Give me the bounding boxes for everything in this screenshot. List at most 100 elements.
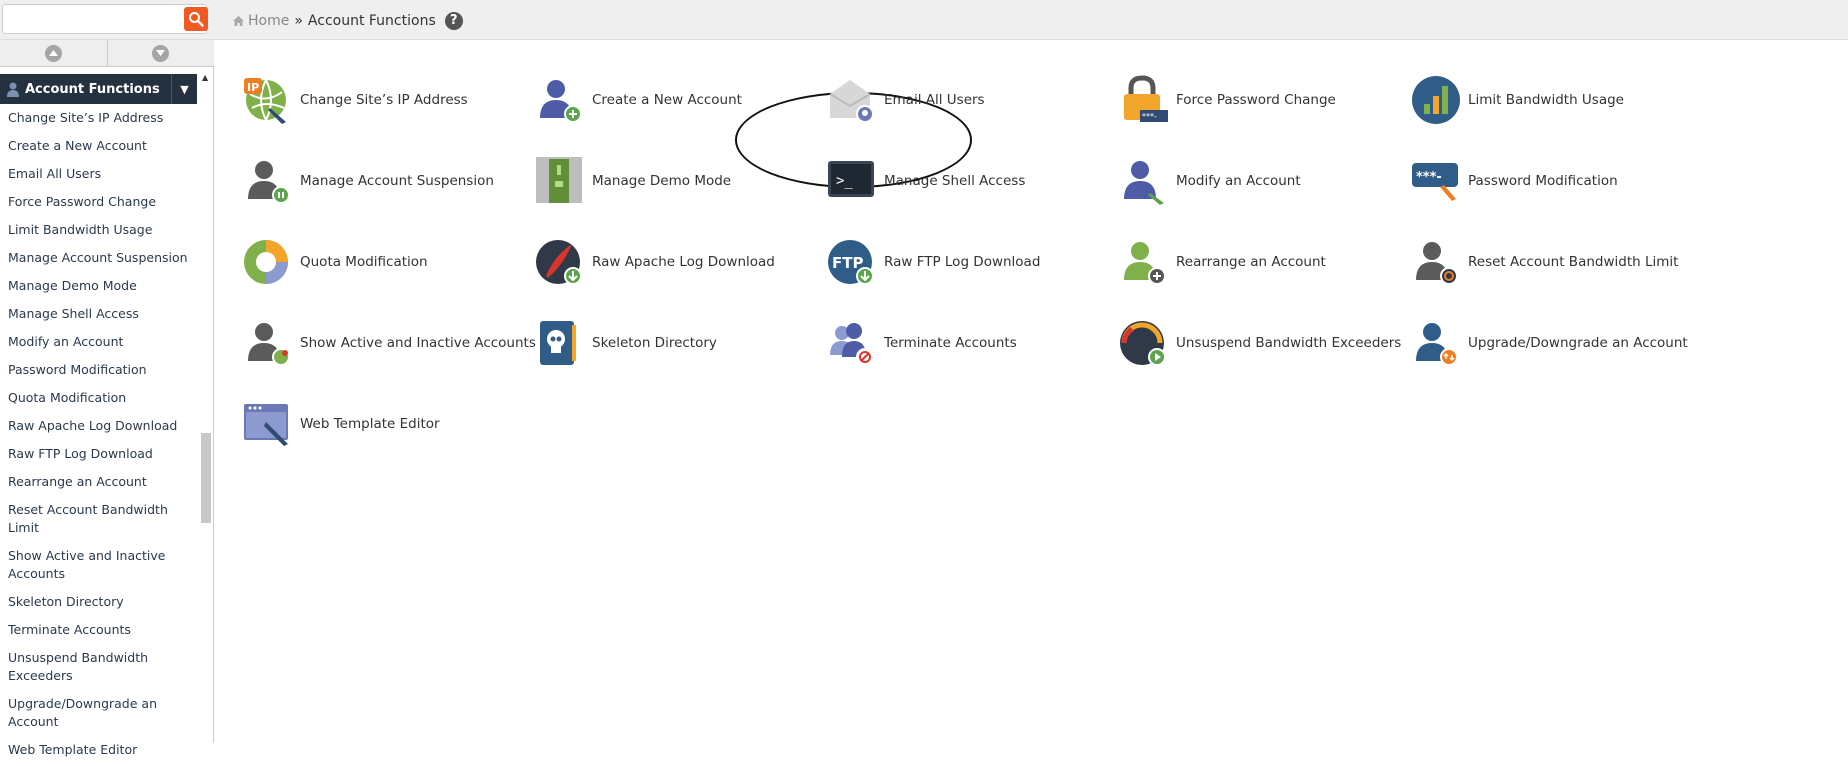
- scroll-down-button[interactable]: [108, 40, 215, 66]
- sidebar-scrollbar[interactable]: ▲: [199, 70, 213, 743]
- user-move-icon[interactable]: [1118, 236, 1170, 288]
- sidebar-item[interactable]: Quota Modification: [0, 386, 197, 414]
- scrollbar-thumb[interactable]: [201, 433, 211, 523]
- apache-feather-icon[interactable]: [534, 236, 586, 288]
- search-box: [2, 4, 208, 34]
- function-tile-label[interactable]: Terminate Accounts: [884, 335, 1017, 351]
- sidebar: Account Functions ▼ ▲ Change Site’s IP A…: [0, 40, 214, 757]
- scroll-up-button[interactable]: [0, 40, 108, 66]
- function-tile[interactable]: Unsuspend Bandwidth Exceeders: [1118, 315, 1401, 371]
- function-tile[interactable]: Web Template Editor: [242, 396, 440, 452]
- sidebar-item[interactable]: Email All Users: [0, 162, 197, 190]
- sidebar-item[interactable]: Terminate Accounts: [0, 618, 197, 646]
- padlock-icon[interactable]: ***-: [1118, 74, 1170, 126]
- bar-graph-icon[interactable]: [1410, 74, 1462, 126]
- function-tile-label[interactable]: Upgrade/Downgrade an Account: [1468, 335, 1688, 351]
- function-tile-label[interactable]: Reset Account Bandwidth Limit: [1468, 254, 1678, 270]
- user-add-icon[interactable]: [534, 74, 586, 126]
- browser-window-edit-icon[interactable]: [242, 398, 294, 450]
- user-icon: [7, 82, 19, 97]
- function-tile-label[interactable]: Modify an Account: [1176, 173, 1301, 189]
- terminal-icon[interactable]: >_: [826, 155, 878, 207]
- sidebar-item[interactable]: Manage Shell Access: [0, 302, 197, 330]
- sidebar-item[interactable]: Rearrange an Account: [0, 470, 197, 498]
- sidebar-item[interactable]: Modify an Account: [0, 330, 197, 358]
- sidebar-item[interactable]: Password Modification: [0, 358, 197, 386]
- function-tile-label[interactable]: Web Template Editor: [300, 416, 440, 432]
- function-tile[interactable]: Reset Account Bandwidth Limit: [1410, 234, 1678, 290]
- function-tile[interactable]: Show Active and Inactive Accounts: [242, 315, 536, 371]
- user-reset-icon[interactable]: [1410, 236, 1462, 288]
- sidebar-item[interactable]: Skeleton Directory: [0, 590, 197, 618]
- sidebar-item[interactable]: Force Password Change: [0, 190, 197, 218]
- function-tile-label[interactable]: Create a New Account: [592, 92, 742, 108]
- sidebar-item[interactable]: Raw Apache Log Download: [0, 414, 197, 442]
- user-pause-icon[interactable]: [242, 155, 294, 207]
- function-tile[interactable]: Skeleton Directory: [534, 315, 717, 371]
- function-tile-label[interactable]: Password Modification: [1468, 173, 1618, 189]
- function-tile[interactable]: Modify an Account: [1118, 153, 1301, 209]
- sidebar-item[interactable]: Manage Account Suspension: [0, 246, 197, 274]
- collapse-caret-icon[interactable]: ▼: [171, 74, 197, 104]
- function-tile-label[interactable]: Unsuspend Bandwidth Exceeders: [1176, 335, 1401, 351]
- envelope-users-icon[interactable]: [826, 74, 878, 126]
- function-tile[interactable]: Raw Apache Log Download: [534, 234, 775, 290]
- ftp-download-icon[interactable]: FTP: [826, 236, 878, 288]
- function-tile[interactable]: Create a New Account: [534, 72, 742, 128]
- function-tile-label[interactable]: Force Password Change: [1176, 92, 1336, 108]
- function-tile-label[interactable]: Change Site’s IP Address: [300, 92, 468, 108]
- user-status-icon[interactable]: [242, 317, 294, 369]
- breadcrumb-home-label[interactable]: Home: [248, 13, 289, 29]
- sidebar-item[interactable]: Show Active and Inactive Accounts: [0, 544, 197, 590]
- function-tile[interactable]: Terminate Accounts: [826, 315, 1017, 371]
- scrollbar-up-arrow-icon[interactable]: ▲: [202, 73, 208, 82]
- function-tile-label[interactable]: Manage Account Suspension: [300, 173, 494, 189]
- skull-book-icon[interactable]: [534, 317, 586, 369]
- function-tile-label[interactable]: Raw Apache Log Download: [592, 254, 775, 270]
- function-tile[interactable]: IP Change Site’s IP Address: [242, 72, 468, 128]
- user-updown-icon[interactable]: [1410, 317, 1462, 369]
- breadcrumb-home-link[interactable]: Home: [232, 13, 289, 29]
- gauge-play-icon[interactable]: [1118, 317, 1170, 369]
- function-tile-label[interactable]: Raw FTP Log Download: [884, 254, 1040, 270]
- sidebar-item[interactable]: Raw FTP Log Download: [0, 442, 197, 470]
- sidebar-item[interactable]: Reset Account Bandwidth Limit: [0, 498, 197, 544]
- function-tile[interactable]: Email All Users: [826, 72, 985, 128]
- sidebar-item[interactable]: Change Site’s IP Address: [0, 106, 197, 134]
- function-tile[interactable]: Quota Modification: [242, 234, 428, 290]
- function-tile-label[interactable]: Manage Demo Mode: [592, 173, 731, 189]
- function-tile[interactable]: Limit Bandwidth Usage: [1410, 72, 1624, 128]
- function-tile[interactable]: >_ Manage Shell Access: [826, 153, 1025, 209]
- sidebar-section-header[interactable]: Account Functions ▼: [0, 74, 197, 104]
- function-tile[interactable]: ***- Force Password Change: [1118, 72, 1336, 128]
- pie-chart-icon[interactable]: [242, 236, 294, 288]
- function-tile-label[interactable]: Skeleton Directory: [592, 335, 717, 351]
- help-icon[interactable]: ?: [444, 12, 463, 30]
- password-edit-icon[interactable]: ***-: [1410, 155, 1462, 207]
- user-edit-icon[interactable]: [1118, 155, 1170, 207]
- search-button[interactable]: [184, 7, 208, 31]
- function-tile-label[interactable]: Manage Shell Access: [884, 173, 1025, 189]
- sidebar-item[interactable]: Manage Demo Mode: [0, 274, 197, 302]
- function-tile-label[interactable]: Quota Modification: [300, 254, 428, 270]
- function-tile[interactable]: Rearrange an Account: [1118, 234, 1326, 290]
- sidebar-item[interactable]: Web Template Editor: [0, 738, 197, 766]
- search-input[interactable]: [3, 5, 173, 33]
- function-tile[interactable]: Upgrade/Downgrade an Account: [1410, 315, 1688, 371]
- sidebar-item[interactable]: Limit Bandwidth Usage: [0, 218, 197, 246]
- function-tile[interactable]: Manage Account Suspension: [242, 153, 494, 209]
- function-tile[interactable]: FTP Raw FTP Log Download: [826, 234, 1040, 290]
- function-tile-label[interactable]: Limit Bandwidth Usage: [1468, 92, 1624, 108]
- sidebar-item[interactable]: Create a New Account: [0, 134, 197, 162]
- sidebar-nav-arrows: [0, 40, 214, 67]
- sidebar-item[interactable]: Upgrade/Downgrade an Account: [0, 692, 197, 738]
- sidebar-item[interactable]: Unsuspend Bandwidth Exceeders: [0, 646, 197, 692]
- function-tile[interactable]: Manage Demo Mode: [534, 153, 731, 209]
- function-tile-label[interactable]: Email All Users: [884, 92, 985, 108]
- function-tile-label[interactable]: Rearrange an Account: [1176, 254, 1326, 270]
- function-tile[interactable]: ***- Password Modification: [1410, 153, 1618, 209]
- ip-globe-icon[interactable]: IP: [242, 74, 294, 126]
- demo-door-icon[interactable]: [534, 155, 586, 207]
- function-tile-label[interactable]: Show Active and Inactive Accounts: [300, 335, 536, 351]
- users-terminate-icon[interactable]: [826, 317, 878, 369]
